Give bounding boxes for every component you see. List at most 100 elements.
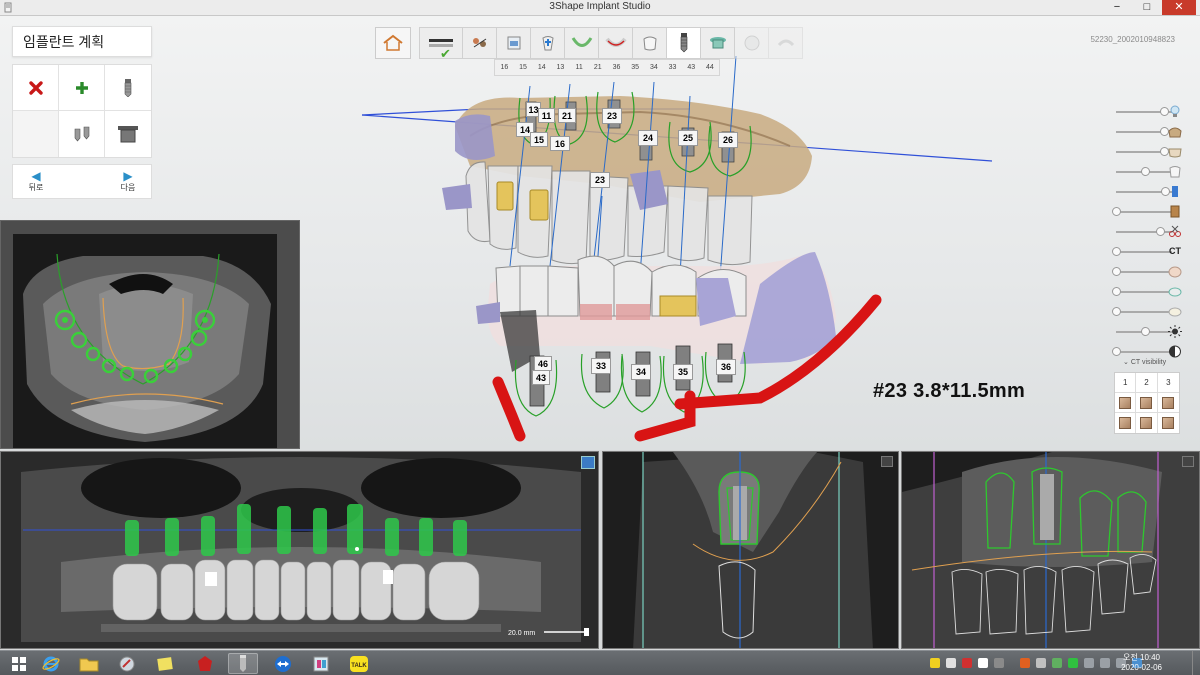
slider-knob[interactable]	[1140, 167, 1150, 176]
implant-library-button[interactable]	[105, 65, 151, 111]
sleeve-button[interactable]	[105, 111, 151, 157]
kakao-tray-icon[interactable]	[930, 658, 940, 668]
tooth-number[interactable]: 11	[570, 60, 589, 75]
maximize-button[interactable]: □	[1134, 0, 1160, 15]
view-back-button[interactable]	[1158, 413, 1179, 433]
minimize-button[interactable]: −	[1104, 0, 1130, 15]
bone-icon[interactable]	[1168, 265, 1182, 278]
wf-step-export[interactable]	[769, 27, 803, 59]
slider-knob[interactable]	[1140, 327, 1150, 336]
tooth-number[interactable]: 13	[551, 60, 570, 75]
delete-implant-button[interactable]	[13, 65, 59, 111]
tooth-number[interactable]: 43	[682, 60, 701, 75]
tooth-number[interactable]: 34	[645, 60, 664, 75]
panoramic-view[interactable]: 20.0 mm	[0, 451, 599, 649]
home-button[interactable]	[375, 27, 411, 59]
view-front-button[interactable]	[1115, 393, 1137, 413]
taskbar-sticky-notes[interactable]	[150, 653, 180, 674]
start-button[interactable]	[4, 653, 34, 674]
slider-knob[interactable]	[1112, 307, 1121, 316]
lower-model-icon[interactable]	[1168, 145, 1182, 158]
next-button[interactable]: ▶ 다음	[105, 165, 151, 198]
implant-tag[interactable]: 46	[534, 356, 552, 371]
flag-icon[interactable]	[1084, 658, 1094, 668]
tray-icon[interactable]	[1020, 658, 1030, 668]
slider-track[interactable]	[1116, 311, 1172, 313]
tray-icon[interactable]	[962, 658, 972, 668]
tray-icon[interactable]	[1068, 658, 1078, 668]
wf-step-scan-import[interactable]: ✔	[419, 27, 463, 61]
wf-step-implant[interactable]	[667, 27, 701, 59]
cross-section-image[interactable]	[603, 452, 899, 649]
implant-blue-icon[interactable]	[1168, 185, 1182, 198]
implant-tag[interactable]: 25	[678, 130, 698, 146]
slider-knob[interactable]	[1156, 227, 1166, 236]
tray-icon[interactable]	[1036, 658, 1046, 668]
system-clock[interactable]: 오전 10:40 2020-02-06	[1121, 653, 1162, 673]
taskbar-teamviewer[interactable]	[268, 653, 298, 674]
upper-model-icon[interactable]	[1168, 125, 1182, 138]
wf-step-nerve[interactable]	[599, 27, 633, 59]
tooth-number[interactable]: 16	[495, 60, 514, 75]
view-left-button[interactable]	[1157, 393, 1179, 413]
slider-knob[interactable]	[1112, 267, 1121, 276]
slider-track[interactable]	[1116, 351, 1172, 353]
network-icon[interactable]	[1100, 658, 1110, 668]
view-tab-1[interactable]: 1	[1115, 373, 1137, 393]
taskbar-kakaotalk[interactable]: TALK	[344, 653, 374, 674]
tooth-number[interactable]: 36	[607, 60, 626, 75]
wf-step-finish[interactable]	[735, 27, 769, 59]
implant-tag[interactable]: 16	[550, 136, 570, 151]
view-options-button[interactable]	[881, 456, 893, 467]
implant-tag[interactable]: 43	[532, 370, 550, 385]
implant-tag[interactable]: 26	[718, 132, 738, 148]
implant-tag[interactable]: 34	[631, 364, 651, 380]
axial-ct-view[interactable]	[0, 220, 300, 449]
tangential-view[interactable]	[901, 451, 1200, 649]
contrast-icon[interactable]	[1168, 345, 1182, 358]
implant-tag[interactable]: 11	[538, 108, 555, 123]
multi-implant-button[interactable]	[59, 111, 105, 157]
brightness-icon[interactable]	[1168, 325, 1182, 338]
tangential-image[interactable]	[902, 452, 1200, 649]
add-implant-button[interactable]	[59, 65, 105, 111]
wf-step-jaw-curve[interactable]	[565, 27, 599, 59]
back-button[interactable]: ◀ 뒤로	[13, 165, 59, 198]
view-tab-3[interactable]: 3	[1157, 373, 1179, 393]
axial-ct-image[interactable]	[13, 234, 277, 448]
tooth-number[interactable]: 33	[663, 60, 682, 75]
view-options-button[interactable]	[1182, 456, 1194, 467]
sleeve-brown-icon[interactable]	[1168, 205, 1182, 218]
bulb-icon[interactable]	[1168, 105, 1182, 118]
tooth-number[interactable]: 21	[588, 60, 607, 75]
slider-track[interactable]	[1116, 211, 1172, 213]
tray-icon[interactable]	[946, 658, 956, 668]
slider-knob[interactable]	[1112, 207, 1121, 216]
taskbar-internet-explorer[interactable]	[36, 653, 66, 674]
scissors-icon[interactable]	[1168, 225, 1182, 238]
taskbar-control-panel[interactable]	[112, 653, 142, 674]
view-top-button[interactable]	[1115, 413, 1137, 433]
wf-step-guide[interactable]	[701, 27, 735, 59]
tray-icon[interactable]	[1052, 658, 1062, 668]
tray-icon[interactable]	[994, 658, 1004, 668]
implant-tag[interactable]: 24	[638, 130, 658, 146]
cross-section-view[interactable]	[602, 451, 899, 649]
slider-knob[interactable]	[1112, 347, 1121, 356]
tooth-number[interactable]: 35	[626, 60, 645, 75]
nerve-icon[interactable]	[1168, 285, 1182, 298]
close-button[interactable]: ✕	[1162, 0, 1196, 15]
implant-tag[interactable]: 23	[602, 108, 622, 124]
show-desktop-button[interactable]	[1192, 651, 1200, 675]
wf-step-ct-data[interactable]	[497, 27, 531, 59]
implant-tag[interactable]: 21	[558, 108, 576, 123]
tooth-icon[interactable]	[1168, 165, 1182, 178]
wf-step-alignment[interactable]	[531, 27, 565, 59]
gingiva-icon[interactable]	[1168, 305, 1182, 318]
tooth-number[interactable]: 44	[701, 60, 720, 75]
wf-step-segmentation[interactable]	[463, 27, 497, 59]
implant-tag[interactable]: 15	[530, 132, 548, 147]
panoramic-ct-image[interactable]	[1, 452, 599, 649]
slider-track[interactable]	[1116, 291, 1172, 293]
tray-icon[interactable]	[978, 658, 988, 668]
